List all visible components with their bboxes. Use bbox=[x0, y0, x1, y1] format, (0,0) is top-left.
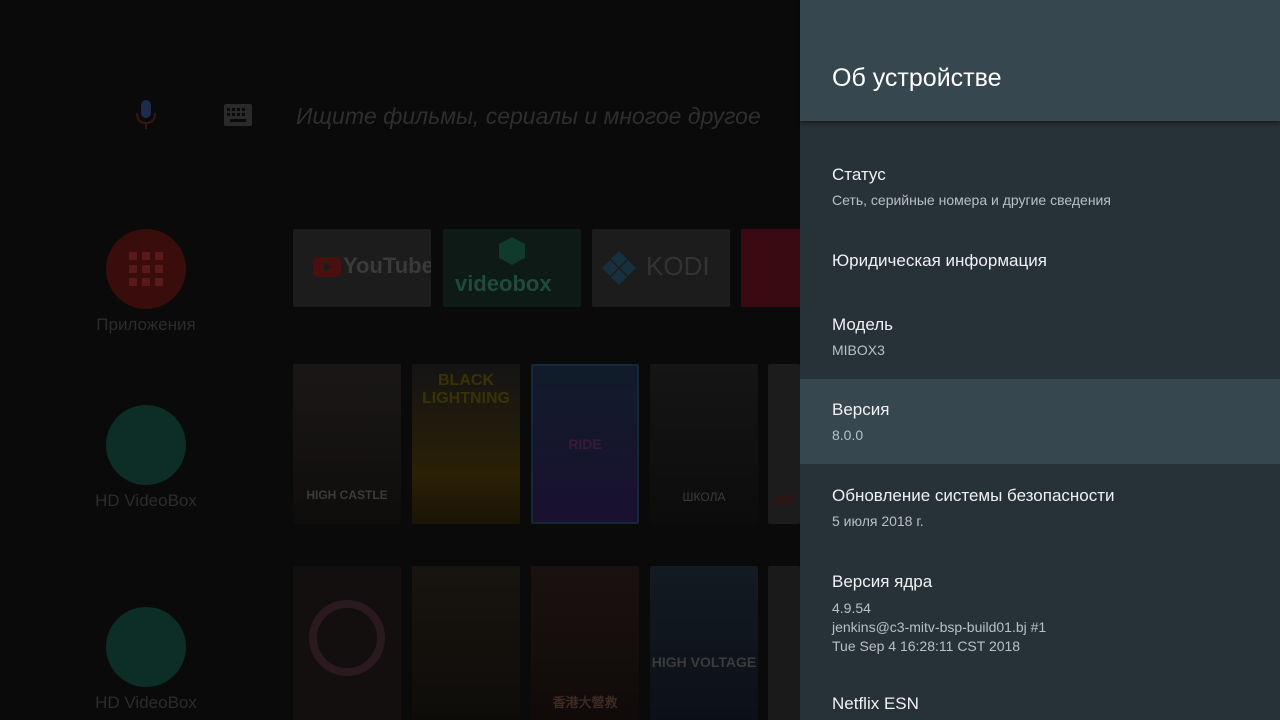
item-title: Версия ядра bbox=[832, 572, 933, 591]
videobox-tile-label: videobox bbox=[455, 271, 552, 296]
item-subtitle: 5 июля 2018 г. bbox=[832, 513, 924, 529]
poster-school[interactable]: ШКОЛА bbox=[650, 364, 758, 524]
settings-panel: Об устройстве Статус Сеть, серийные номе… bbox=[800, 0, 1280, 720]
apps-launcher[interactable]: Приложения bbox=[86, 229, 206, 335]
poster-ride[interactable]: RIDE bbox=[531, 364, 639, 524]
poster-high-voltage[interactable]: HIGH VOLTAGE bbox=[650, 566, 758, 720]
poster-row2-1[interactable] bbox=[293, 566, 401, 720]
apps-grid-icon bbox=[106, 229, 186, 309]
search-input[interactable]: Ищите фильмы, сериалы и многое другое bbox=[296, 103, 761, 130]
kodi-icon bbox=[602, 251, 636, 285]
item-title: Статус bbox=[832, 165, 886, 184]
youtube-label: YouTube bbox=[343, 253, 431, 278]
settings-item-kernel[interactable]: Версия ядра 4.9.54 jenkins@c3-mitv-bsp-b… bbox=[800, 550, 1280, 670]
poster-partial[interactable] bbox=[768, 566, 800, 720]
poster-title: ШКОЛА bbox=[682, 490, 726, 504]
kodi-tile[interactable]: KODI bbox=[592, 229, 730, 307]
launcher-background: Ищите фильмы, сериалы и многое другое Пр… bbox=[0, 0, 801, 720]
poster-title: ДЖ bbox=[774, 492, 794, 506]
microphone-icon[interactable] bbox=[134, 100, 158, 130]
page-title: Об устройстве bbox=[832, 64, 1002, 92]
item-title: Версия bbox=[832, 400, 890, 419]
item-title: Netflix ESN bbox=[832, 694, 919, 713]
videobox-label: HD VideoBox bbox=[95, 693, 197, 712]
settings-item-model[interactable]: Модель MIBOX3 bbox=[800, 293, 1280, 379]
item-title: Юридическая информация bbox=[832, 251, 1047, 270]
videobox-app-2[interactable]: HD VideoBox bbox=[86, 607, 206, 713]
screen: Ищите фильмы, сериалы и многое другое Пр… bbox=[0, 0, 1280, 720]
poster-row2-2[interactable] bbox=[412, 566, 520, 720]
item-title: Модель bbox=[832, 315, 894, 334]
poster-title: BLACK LIGHTNING bbox=[422, 372, 510, 407]
youtube-tile[interactable]: YouTube bbox=[293, 229, 431, 307]
poster-title: HIGH CASTLE bbox=[306, 488, 388, 502]
item-subtitle: MIBOX3 bbox=[832, 342, 885, 358]
poster-title: HIGH VOLTAGE bbox=[651, 654, 757, 670]
poster-art bbox=[309, 600, 385, 676]
settings-item-status[interactable]: Статус Сеть, серийные номера и другие св… bbox=[800, 121, 1280, 208]
poster-black-lightning[interactable]: BLACK LIGHTNING bbox=[412, 364, 520, 524]
poster-title: RIDE bbox=[568, 436, 602, 452]
poster-title: 香港大營救 bbox=[552, 695, 618, 710]
item-subtitle: 8.0.0 bbox=[832, 427, 864, 443]
poster-partial[interactable]: ДЖ bbox=[768, 364, 800, 524]
settings-item-security-update[interactable]: Обновление системы безопасности 5 июля 2… bbox=[800, 464, 1280, 550]
settings-item-version[interactable]: Версия 8.0.0 bbox=[800, 379, 1280, 464]
settings-item-netflix-esn[interactable]: Netflix ESN bbox=[800, 670, 1280, 720]
videobox-icon bbox=[106, 405, 186, 485]
videobox-icon bbox=[106, 607, 186, 687]
item-subtitle: 4.9.54 jenkins@c3-mitv-bsp-build01.bj #1… bbox=[832, 600, 1047, 654]
settings-item-legal[interactable]: Юридическая информация bbox=[800, 207, 1280, 293]
item-title: Обновление системы безопасности bbox=[832, 486, 1115, 505]
partial-tile[interactable] bbox=[741, 229, 801, 307]
panel-header: Об устройстве bbox=[800, 0, 1280, 121]
videobox-tile[interactable]: videobox bbox=[443, 229, 581, 307]
poster-row2-3[interactable]: 香港大營救 bbox=[531, 566, 639, 720]
kodi-label: KODI bbox=[646, 251, 710, 281]
videobox-cube-icon bbox=[499, 237, 525, 265]
videobox-label: HD VideoBox bbox=[95, 491, 197, 510]
poster-high-castle[interactable]: HIGH CASTLE bbox=[293, 364, 401, 524]
apps-label: Приложения bbox=[96, 315, 196, 334]
youtube-play-icon bbox=[313, 257, 341, 277]
videobox-app-1[interactable]: HD VideoBox bbox=[86, 405, 206, 511]
keyboard-icon[interactable] bbox=[224, 104, 252, 126]
